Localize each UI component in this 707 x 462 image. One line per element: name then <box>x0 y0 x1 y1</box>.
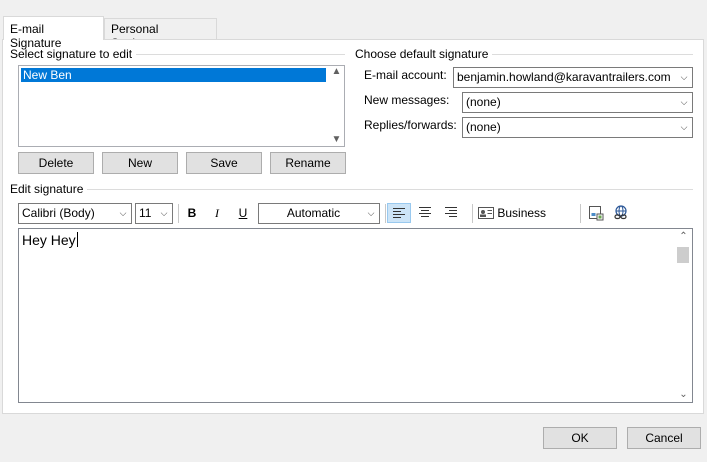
signature-text: Hey Hey <box>22 232 76 248</box>
signature-editor[interactable]: Hey Hey ⌃ ⌄ <box>18 228 693 403</box>
scroll-up-icon[interactable]: ⌃ <box>675 231 692 242</box>
new-messages-select[interactable]: (none) ⌵ <box>462 92 693 113</box>
font-select[interactable]: Calibri (Body) ⌵ <box>18 203 132 224</box>
toolbar-separator <box>580 204 581 223</box>
toolbar-separator <box>472 204 473 223</box>
italic-button[interactable]: I <box>208 203 226 223</box>
chevron-down-icon: ⌵ <box>675 93 692 112</box>
new-button[interactable]: New <box>102 152 178 174</box>
font-color-select[interactable]: Automatic ⌵ <box>258 203 380 224</box>
tab-email-signature[interactable]: E-mail Signature <box>3 16 104 50</box>
picture-icon <box>589 206 604 221</box>
editor-scrollbar[interactable]: ⌃ ⌄ <box>675 229 692 402</box>
toolbar-separator <box>385 204 386 223</box>
save-button[interactable]: Save <box>186 152 262 174</box>
align-left-icon <box>393 208 405 218</box>
default-signature-label: Choose default signature <box>355 47 493 61</box>
chevron-down-icon: ⌵ <box>675 118 692 137</box>
text-caret <box>76 232 78 247</box>
cancel-button[interactable]: Cancel <box>627 427 701 449</box>
email-account-select[interactable]: benjamin.howland@karavantrailers.com ⌵ <box>453 67 693 88</box>
scroll-down-icon[interactable]: ⌄ <box>675 389 692 400</box>
replies-value: (none) <box>466 120 501 134</box>
email-account-value: benjamin.howland@karavantrailers.com <box>457 70 671 84</box>
align-left-button[interactable] <box>387 203 411 223</box>
delete-button[interactable]: Delete <box>18 152 94 174</box>
listbox-scrollbar[interactable]: ▲ ▼ <box>328 66 345 145</box>
insert-hyperlink-button[interactable] <box>611 203 631 223</box>
toolbar-separator <box>178 204 179 223</box>
rename-button[interactable]: Rename <box>270 152 346 174</box>
underline-button[interactable]: U <box>234 203 252 223</box>
chevron-down-icon: ⌵ <box>362 204 379 223</box>
email-account-label: E-mail account: <box>364 68 447 82</box>
new-messages-label: New messages: <box>364 93 450 107</box>
hyperlink-icon <box>614 205 627 220</box>
group-divider <box>10 189 693 190</box>
business-card-button[interactable]: Business Card <box>478 203 574 240</box>
scroll-down-icon[interactable]: ▼ <box>328 134 345 145</box>
scroll-thumb[interactable] <box>677 247 689 263</box>
ok-button[interactable]: OK <box>543 427 617 449</box>
font-value: Calibri (Body) <box>22 206 95 220</box>
tab-email-signature-label: E-mail Signature <box>10 22 62 50</box>
font-size-select[interactable]: 11 ⌵ <box>135 203 173 224</box>
font-size-value: 11 <box>139 206 152 220</box>
align-center-icon <box>419 207 431 217</box>
font-color-value: Automatic <box>286 206 341 220</box>
signature-list-item[interactable]: New Ben <box>21 68 326 82</box>
chevron-down-icon: ⌵ <box>114 204 131 223</box>
align-right-button[interactable] <box>439 203 463 223</box>
chevron-down-icon: ⌵ <box>155 204 172 223</box>
insert-picture-button[interactable] <box>586 203 606 223</box>
business-card-icon <box>478 207 494 219</box>
new-messages-value: (none) <box>466 95 501 109</box>
align-right-icon <box>445 207 457 217</box>
edit-signature-label: Edit signature <box>10 182 88 196</box>
tab-personal-stationery[interactable]: Personal Stationery <box>104 18 217 50</box>
replies-select[interactable]: (none) ⌵ <box>462 117 693 138</box>
align-center-button[interactable] <box>413 203 437 223</box>
signature-listbox[interactable]: New Ben ▲ ▼ <box>18 65 345 147</box>
chevron-down-icon: ⌵ <box>675 68 692 87</box>
signature-content[interactable]: Hey Hey <box>22 232 78 248</box>
scroll-up-icon[interactable]: ▲ <box>328 66 345 77</box>
bold-button[interactable]: B <box>183 203 201 223</box>
replies-label: Replies/forwards: <box>364 118 457 132</box>
